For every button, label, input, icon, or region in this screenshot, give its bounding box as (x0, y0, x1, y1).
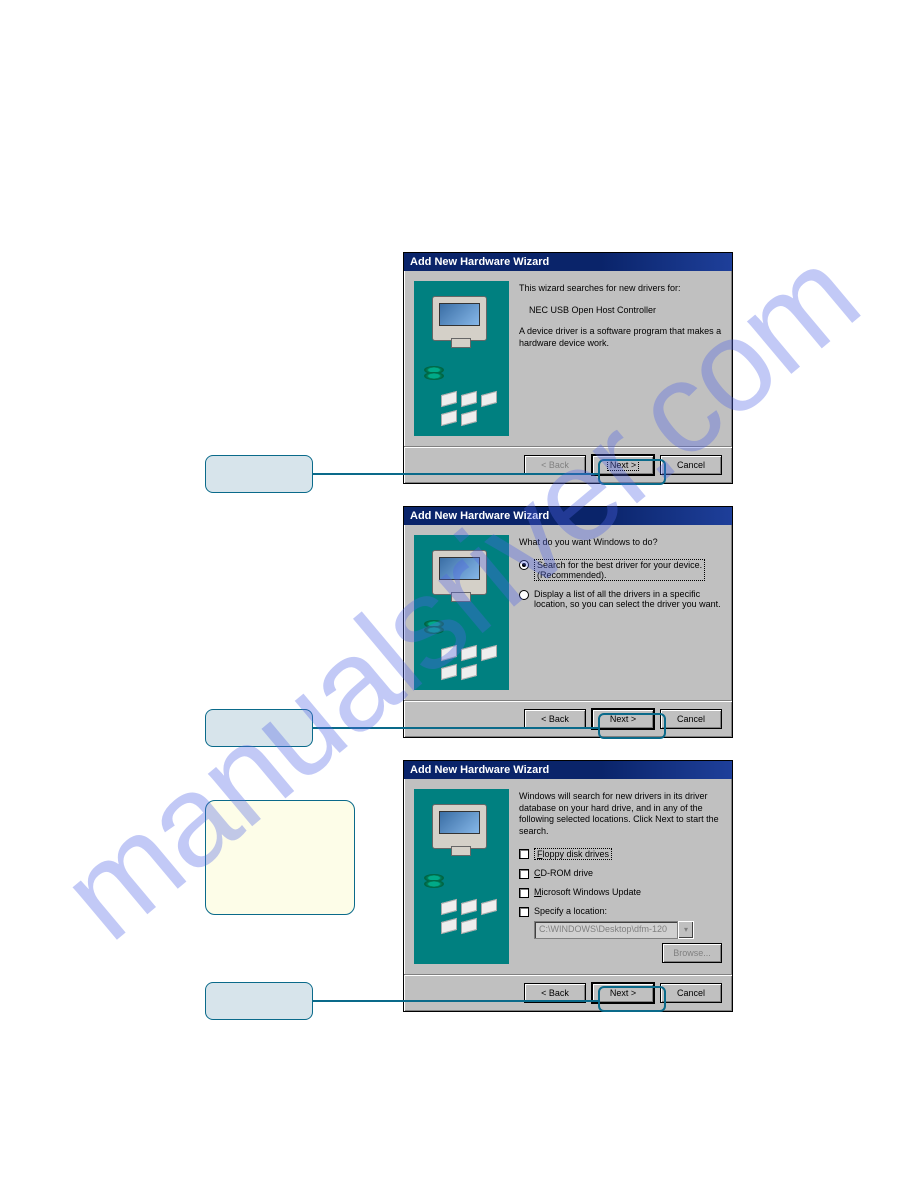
dialog1-line2: A device driver is a software program th… (519, 326, 722, 349)
wizard-dialog-1: Add New Hardware Wizard This wizard sear… (403, 252, 733, 484)
location-combo: C:\WINDOWS\Desktop\dfm-120 ▾ (534, 921, 694, 939)
check-floppy[interactable]: Floppy disk drives (519, 848, 722, 860)
back-button: < Back (524, 455, 586, 475)
radio-display-list[interactable]: Display a list of all the drivers in a s… (519, 589, 722, 609)
check4-label: Specify a location: (534, 906, 607, 916)
checkbox-icon (519, 849, 529, 859)
dialog3-title: Add New Hardware Wizard (404, 761, 732, 779)
wizard-dialog-2: Add New Hardware Wizard What do you want… (403, 506, 733, 738)
wizard-graphic (414, 281, 509, 436)
radio-search-best[interactable]: Search for the best driver for your devi… (519, 559, 722, 581)
wizard-graphic (414, 535, 509, 690)
callout-label-3 (205, 982, 313, 1020)
dialog3-intro: Windows will search for new drivers in i… (519, 791, 722, 838)
next-button[interactable]: Next > (592, 455, 654, 475)
callout-label-2 (205, 709, 313, 747)
checkbox-icon (519, 907, 529, 917)
cancel-button[interactable]: Cancel (660, 983, 722, 1003)
note-box (205, 800, 355, 915)
back-button[interactable]: < Back (524, 709, 586, 729)
dialog1-title: Add New Hardware Wizard (404, 253, 732, 271)
dropdown-icon: ▾ (678, 921, 694, 939)
dialog2-prompt: What do you want Windows to do? (519, 537, 722, 549)
cancel-button[interactable]: Cancel (660, 455, 722, 475)
radio1-label: Search for the best driver for your devi… (534, 559, 705, 581)
check3-label: Microsoft Windows Update (534, 887, 641, 897)
radio2-label: Display a list of all the drivers in a s… (534, 589, 722, 609)
cancel-button[interactable]: Cancel (660, 709, 722, 729)
location-path: C:\WINDOWS\Desktop\dfm-120 (534, 921, 678, 939)
wizard-graphic (414, 789, 509, 964)
check-cdrom[interactable]: CD-ROM drive (519, 868, 722, 879)
dialog1-line1: This wizard searches for new drivers for… (519, 283, 722, 295)
radio-icon (519, 560, 529, 570)
dialog1-device: NEC USB Open Host Controller (529, 305, 722, 317)
check2-label: CD-ROM drive (534, 868, 593, 878)
wizard-dialog-3: Add New Hardware Wizard Windows will sea… (403, 760, 733, 1012)
callout-label-1 (205, 455, 313, 493)
callout-line-3 (313, 1000, 600, 1002)
checkbox-icon (519, 869, 529, 879)
radio-icon (519, 590, 529, 600)
checkbox-icon (519, 888, 529, 898)
dialog2-title: Add New Hardware Wizard (404, 507, 732, 525)
next-button[interactable]: Next > (592, 709, 654, 729)
browse-button: Browse... (662, 943, 722, 963)
callout-line-2 (313, 727, 600, 729)
check-windows-update[interactable]: Microsoft Windows Update (519, 887, 722, 898)
check1-label: Floppy disk drives (534, 848, 612, 860)
next-button[interactable]: Next > (592, 983, 654, 1003)
check-specify-location[interactable]: Specify a location: (519, 906, 722, 917)
callout-line-1 (313, 473, 600, 475)
